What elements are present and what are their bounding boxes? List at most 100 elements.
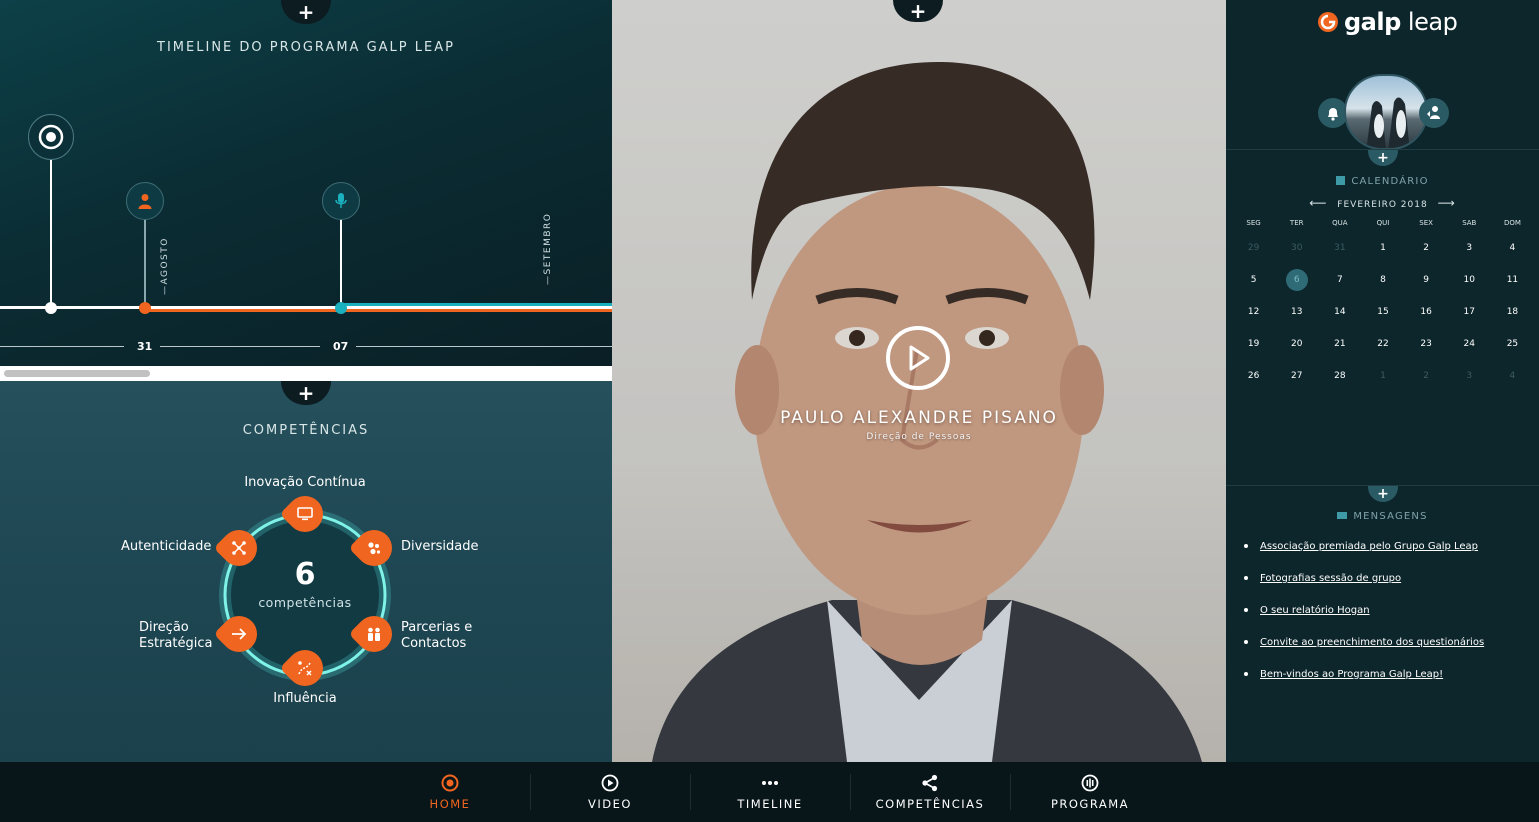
bottom-nav: HOME VIDEO TIMELINE COMPETÊNCIAS PROGRAM… — [0, 762, 1539, 822]
program-icon — [1081, 774, 1099, 792]
calendar-day[interactable]: 25 — [1491, 328, 1534, 360]
calendar-day[interactable]: 14 — [1318, 296, 1361, 328]
calendar-day[interactable]: 2 — [1405, 360, 1448, 392]
message-item[interactable]: Bem-vindos ao Programa Galp Leap! — [1244, 658, 1534, 690]
calendar-day[interactable]: 19 — [1232, 328, 1275, 360]
target-icon — [441, 774, 459, 792]
calendar-day[interactable]: 3 — [1448, 360, 1491, 392]
play-icon — [909, 345, 930, 371]
calendar-day[interactable]: 5 — [1232, 264, 1275, 296]
calendar-weekday: DOM — [1503, 219, 1521, 227]
calendar-day[interactable]: 2 — [1405, 232, 1448, 264]
calendar-day[interactable]: 21 — [1318, 328, 1361, 360]
avatar[interactable] — [1344, 74, 1428, 150]
message-link[interactable]: Convite ao preenchimento dos questionári… — [1260, 637, 1484, 648]
calendar-day[interactable]: 28 — [1318, 360, 1361, 392]
date-label-31: 31 — [137, 340, 153, 353]
calendar-next-button[interactable]: ⟶ — [1438, 196, 1456, 210]
timeline-scrollbar[interactable] — [0, 366, 612, 381]
calendar-day[interactable]: 24 — [1448, 328, 1491, 360]
timeline-dot-start[interactable] — [45, 302, 57, 314]
competencia-label-diversidade[interactable]: Diversidade — [401, 539, 479, 555]
bullet-icon — [1244, 544, 1248, 548]
competencia-label-parcerias[interactable]: Parcerias e Contactos — [401, 620, 472, 652]
timeline-scrollbar-thumb[interactable] — [4, 370, 150, 377]
galp-logo-icon — [1318, 12, 1338, 32]
message-link[interactable]: Fotografias sessão de grupo — [1260, 573, 1401, 584]
calendar-day[interactable]: 10 — [1448, 264, 1491, 296]
galp-leap-logo[interactable]: galp leap — [1318, 8, 1458, 36]
calendar-day[interactable]: 12 — [1232, 296, 1275, 328]
competencia-label-direcao[interactable]: Direção Estratégica — [139, 620, 212, 652]
calendar-expand-button[interactable]: + — [1368, 150, 1398, 166]
profile-settings-button[interactable] — [1419, 98, 1449, 128]
timeline-dot-microphone[interactable] — [335, 302, 347, 314]
calendar-day-today[interactable]: 6 — [1275, 264, 1318, 296]
calendar-day[interactable]: 9 — [1405, 264, 1448, 296]
competencias-expand-button[interactable]: + — [281, 381, 331, 405]
calendar-day[interactable]: 29 — [1232, 232, 1275, 264]
monitor-icon — [297, 507, 313, 521]
calendar-weekday: QUA — [1332, 219, 1348, 227]
nav-timeline[interactable]: TIMELINE — [690, 762, 850, 822]
message-item[interactable]: Associação premiada pelo Grupo Galp Leap — [1244, 530, 1534, 562]
calendar-weekday: TER — [1289, 219, 1304, 227]
timeline-expand-button[interactable]: + — [281, 0, 331, 24]
calendar-day[interactable]: 13 — [1275, 296, 1318, 328]
calendar-day[interactable]: 17 — [1448, 296, 1491, 328]
timeline-marker-start[interactable] — [28, 114, 74, 160]
message-item[interactable]: O seu relatório Hogan — [1244, 594, 1534, 626]
calendar-day[interactable]: 8 — [1361, 264, 1404, 296]
timeline-dot-person[interactable] — [139, 302, 151, 314]
calendar-day[interactable]: 4 — [1491, 360, 1534, 392]
share-icon — [921, 774, 939, 792]
timeline-pin-line — [340, 216, 342, 308]
calendar-day[interactable]: 15 — [1361, 296, 1404, 328]
calendar-day[interactable]: 3 — [1448, 232, 1491, 264]
message-item[interactable]: Convite ao preenchimento dos questionári… — [1244, 626, 1534, 658]
calendar-day[interactable]: 11 — [1491, 264, 1534, 296]
nav-competencias[interactable]: COMPETÊNCIAS — [850, 762, 1010, 822]
competencia-label-inovacao[interactable]: Inovação Contínua — [222, 475, 388, 491]
competencia-label-autenticidade[interactable]: Autenticidade — [121, 539, 211, 555]
calendar-day[interactable]: 20 — [1275, 328, 1318, 360]
message-item[interactable]: Fotografias sessão de grupo — [1244, 562, 1534, 594]
dots-icon — [761, 774, 779, 792]
competencia-label-parcerias-line1: Parcerias e — [401, 620, 473, 635]
calendar-day[interactable]: 31 — [1318, 232, 1361, 264]
nav-video[interactable]: VIDEO — [530, 762, 690, 822]
calendar-day[interactable]: 4 — [1491, 232, 1534, 264]
bell-icon — [1328, 108, 1338, 121]
calendar-day[interactable]: 1 — [1361, 360, 1404, 392]
bullet-icon — [1244, 640, 1248, 644]
competencia-label-influencia[interactable]: Influência — [222, 691, 388, 707]
calendar-day[interactable]: 1 — [1361, 232, 1404, 264]
nav-programa[interactable]: PROGRAMA — [1010, 762, 1170, 822]
timeline-marker-microphone[interactable] — [322, 182, 360, 220]
strategy-icon — [298, 661, 312, 676]
calendar-day[interactable]: 7 — [1318, 264, 1361, 296]
calendar-day[interactable]: 16 — [1405, 296, 1448, 328]
message-link[interactable]: O seu relatório Hogan — [1260, 605, 1370, 616]
calendar-day[interactable]: 26 — [1232, 360, 1275, 392]
message-link[interactable]: Associação premiada pelo Grupo Galp Leap — [1260, 541, 1478, 552]
competencia-label-parcerias-line2: Contactos — [401, 636, 467, 651]
messages-expand-button[interactable]: + — [1368, 486, 1398, 502]
calendar-day[interactable]: 30 — [1275, 232, 1318, 264]
play-button[interactable] — [886, 326, 950, 390]
date-axis-line — [356, 346, 612, 347]
nav-video-label: VIDEO — [588, 796, 632, 811]
video-panel[interactable]: + PAULO ALEXANDRE PISANO Direção de Pess… — [612, 0, 1226, 762]
competencia-label-direcao-line2: Estratégica — [139, 636, 213, 651]
month-label-agosto: —AGOSTO — [160, 237, 170, 295]
calendar-day[interactable]: 18 — [1491, 296, 1534, 328]
calendar-day[interactable]: 23 — [1405, 328, 1448, 360]
timeline-marker-person[interactable] — [126, 182, 164, 220]
nav-home[interactable]: HOME — [370, 762, 530, 822]
calendar-prev-button[interactable]: ⟵ — [1309, 196, 1327, 210]
calendar-day[interactable]: 22 — [1361, 328, 1404, 360]
message-link[interactable]: Bem-vindos ao Programa Galp Leap! — [1260, 669, 1443, 680]
calendar-day[interactable]: 27 — [1275, 360, 1318, 392]
play-icon — [601, 774, 619, 792]
profile-area — [1226, 70, 1539, 150]
